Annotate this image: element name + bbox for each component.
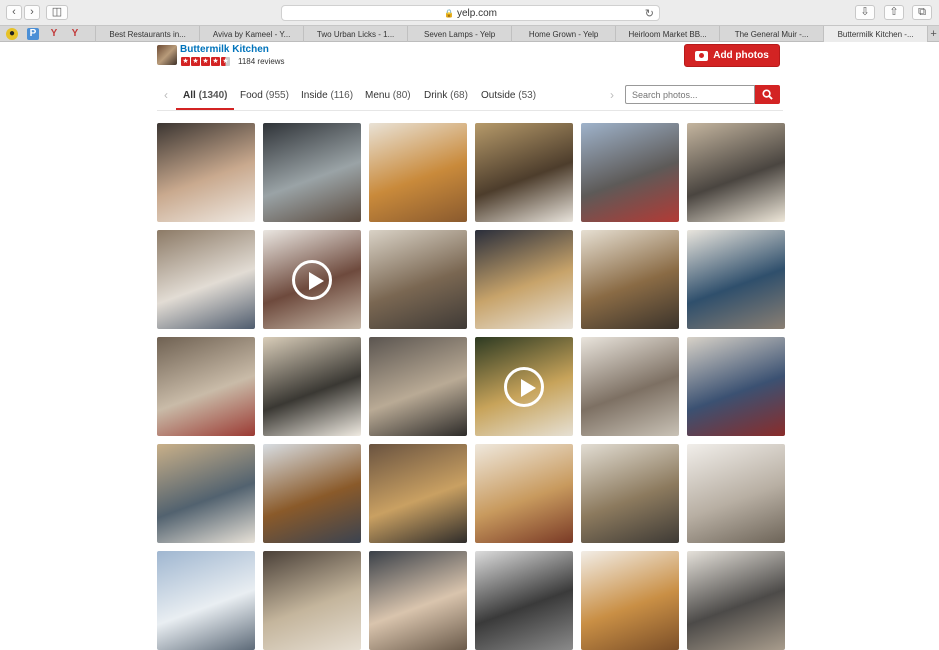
- photo-thumbnail[interactable]: [581, 551, 679, 650]
- favorites-bar: ● P Y Y: [0, 26, 95, 41]
- lock-icon: 🔒: [444, 8, 454, 18]
- photo-thumbnail[interactable]: [157, 551, 255, 650]
- browser-tab[interactable]: Seven Lamps - Yelp: [407, 26, 511, 42]
- browser-tab[interactable]: Two Urban Licks - 1...: [303, 26, 407, 42]
- photo-thumbnail[interactable]: [157, 444, 255, 543]
- back-icon[interactable]: ‹: [6, 5, 22, 20]
- filter-tab-count: (68): [450, 90, 468, 101]
- filter-tab-label: Outside: [481, 90, 516, 101]
- bookmark-yelp-icon[interactable]: Y: [69, 28, 81, 40]
- business-name[interactable]: Buttermilk Kitchen: [180, 44, 269, 55]
- star-icon: ★: [181, 57, 190, 66]
- browser-tab[interactable]: Buttermilk Kitchen -...: [823, 26, 928, 42]
- star-icon: ★: [221, 57, 230, 66]
- filter-tab-food[interactable]: Food (955): [240, 90, 289, 101]
- filter-tab-count: (80): [392, 90, 411, 101]
- star-icon: ★: [201, 57, 210, 66]
- search-icon: [762, 89, 773, 100]
- search-button[interactable]: [755, 85, 780, 104]
- downloads-icon[interactable]: ⇩: [855, 5, 875, 20]
- photo-thumbnail[interactable]: [581, 444, 679, 543]
- chevron-right-icon[interactable]: ›: [610, 88, 614, 102]
- filter-tab-count: (1340): [198, 90, 228, 101]
- star-icon: ★: [211, 57, 220, 66]
- play-icon[interactable]: [292, 259, 332, 300]
- photo-thumbnail[interactable]: [157, 123, 255, 222]
- photo-thumbnail[interactable]: [475, 230, 573, 329]
- browser-tab[interactable]: Aviva by Kameel - Y...: [199, 26, 303, 42]
- filter-tab-outside[interactable]: Outside (53): [481, 90, 536, 101]
- address-bar[interactable]: 🔒 yelp.com ↻: [281, 5, 660, 21]
- photo-thumbnail[interactable]: [581, 230, 679, 329]
- sidebar-icon[interactable]: ◫: [46, 5, 68, 20]
- star-icon: ★: [191, 57, 200, 66]
- tabs-overview-icon[interactable]: ⧉: [912, 5, 932, 20]
- photo-thumbnail[interactable]: [263, 444, 361, 543]
- bookmark-p-icon[interactable]: P: [27, 27, 39, 40]
- share-icon[interactable]: ⇧: [884, 5, 904, 20]
- photo-thumbnail[interactable]: [687, 444, 785, 543]
- filter-tab-count: (116): [330, 90, 354, 101]
- photo-thumbnail[interactable]: [157, 230, 255, 329]
- filter-tab-all[interactable]: All (1340): [175, 90, 236, 110]
- tab-bar: ● P Y Y Best Restaurants in... Aviva by K…: [0, 25, 939, 42]
- photo-thumbnail[interactable]: [369, 444, 467, 543]
- filter-tab-drink[interactable]: Drink (68): [424, 90, 468, 101]
- photo-thumbnail[interactable]: [687, 337, 785, 436]
- business-thumbnail[interactable]: [157, 45, 177, 65]
- photo-thumbnail[interactable]: [581, 123, 679, 222]
- photo-thumbnail[interactable]: [369, 230, 467, 329]
- browser-toolbar: ‹ › ◫ 🔒 yelp.com ↻ ⇩ ⇧ ⧉: [0, 0, 939, 25]
- photo-thumbnail[interactable]: [263, 230, 361, 329]
- filter-tab-inside[interactable]: Inside (116): [301, 90, 353, 101]
- filter-tab-label: Menu: [365, 90, 391, 101]
- photo-thumbnail[interactable]: [369, 123, 467, 222]
- photo-thumbnail[interactable]: [687, 123, 785, 222]
- bookmark-yelp-icon[interactable]: Y: [48, 28, 60, 40]
- browser-tab[interactable]: Home Grown - Yelp: [511, 26, 615, 42]
- filter-tab-label: Food: [240, 90, 263, 101]
- browser-tab[interactable]: The General Muir -...: [719, 26, 823, 42]
- star-rating: ★ ★ ★ ★ ★: [181, 57, 230, 66]
- review-count: 1184 reviews: [238, 57, 285, 66]
- filter-tab-label: All: [183, 90, 196, 101]
- filter-tab-label: Drink: [424, 90, 448, 101]
- photo-thumbnail[interactable]: [369, 551, 467, 650]
- filter-tab-label: Inside: [301, 90, 328, 101]
- play-icon[interactable]: [504, 366, 544, 407]
- bee-bookmark-icon[interactable]: ●: [6, 27, 18, 40]
- reload-icon[interactable]: ↻: [645, 7, 654, 20]
- add-photos-label: Add photos: [713, 50, 769, 61]
- photo-thumbnail[interactable]: [581, 337, 679, 436]
- filter-tab-menu[interactable]: Menu (80): [365, 90, 411, 101]
- photo-thumbnail[interactable]: [263, 123, 361, 222]
- browser-tab[interactable]: Best Restaurants in...: [95, 26, 199, 42]
- filter-tab-count: (53): [518, 90, 537, 101]
- add-photos-button[interactable]: Add photos: [684, 44, 780, 67]
- photo-thumbnail[interactable]: [369, 337, 467, 436]
- new-tab-button[interactable]: +: [927, 26, 939, 41]
- photo-thumbnail[interactable]: [263, 337, 361, 436]
- photo-thumbnail[interactable]: [475, 551, 573, 650]
- photo-thumbnail[interactable]: [263, 551, 361, 650]
- photo-thumbnail[interactable]: [475, 444, 573, 543]
- photo-grid: [157, 123, 785, 650]
- camera-icon: [695, 50, 709, 61]
- photo-thumbnail[interactable]: [157, 337, 255, 436]
- tab-strip: Best Restaurants in... Aviva by Kameel - …: [95, 26, 928, 42]
- chevron-left-icon[interactable]: ‹: [164, 88, 168, 102]
- photo-thumbnail[interactable]: [687, 551, 785, 650]
- search-photos-input[interactable]: [625, 85, 755, 104]
- browser-tab[interactable]: Heirloom Market BB...: [615, 26, 719, 42]
- filter-tab-count: (955): [265, 90, 289, 101]
- photo-thumbnail[interactable]: [475, 337, 573, 436]
- photo-thumbnail[interactable]: [687, 230, 785, 329]
- photo-thumbnail[interactable]: [475, 123, 573, 222]
- url-text: yelp.com: [456, 7, 497, 19]
- forward-icon[interactable]: ›: [24, 5, 40, 20]
